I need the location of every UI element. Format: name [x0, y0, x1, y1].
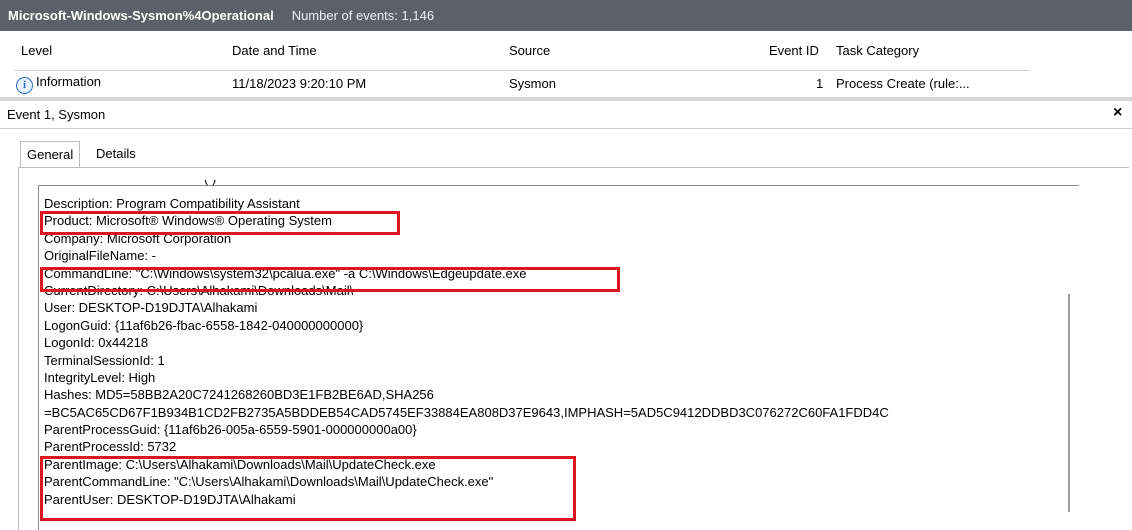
detail-line: =BC5AC65CD67F1B934B1CD2FB2735A5BDDEB54CA… — [44, 404, 889, 420]
highlight-box-parent — [40, 456, 576, 521]
detail-line: TerminalSessionId: 1 — [44, 352, 165, 368]
highlight-box-product — [40, 211, 400, 235]
column-header-date[interactable]: Date and Time — [232, 43, 317, 58]
divider — [0, 128, 1132, 129]
information-icon: i — [16, 77, 33, 94]
clipped-line: ( ) — [44, 180, 404, 190]
log-header-bar: Microsoft-Windows-Sysmon%4Operational Nu… — [0, 0, 1132, 31]
row-source: Sysmon — [509, 76, 556, 91]
column-header-level[interactable]: Level — [21, 43, 52, 58]
detail-line: Hashes: MD5=58BB2A20C7241268260BD3E1FB2B… — [44, 387, 434, 403]
column-header-event-id[interactable]: Event ID — [769, 43, 819, 58]
log-name: Microsoft-Windows-Sysmon%4Operational — [8, 8, 274, 23]
detail-line: LogonGuid: {11af6b26-fbac-6558-1842-0400… — [44, 317, 364, 333]
tab-details[interactable]: Details — [90, 141, 142, 167]
detail-line: User: DESKTOP-D19DJTA\Alhakami — [44, 300, 258, 316]
column-header-task-category[interactable]: Task Category — [836, 43, 919, 58]
scrollbar[interactable] — [1068, 294, 1070, 512]
row-task-category: Process Create (rule:... — [836, 76, 970, 91]
event-count: Number of events: 1,146 — [291, 8, 435, 23]
row-level-text: Information — [36, 74, 102, 89]
events-grid: Level Date and Time Source Event ID Task… — [0, 31, 1132, 97]
close-icon[interactable]: × — [1113, 104, 1122, 122]
column-header-source[interactable]: Source — [509, 43, 550, 58]
detail-line: ParentProcessId: 5732 — [44, 439, 177, 455]
detail-line: OriginalFileName: - — [44, 248, 156, 264]
row-level: i Information — [16, 74, 101, 94]
detail-line: Description: Program Compatibility Assis… — [44, 196, 300, 211]
detail-line: ParentProcessGuid: {11af6b26-005a-6559-5… — [44, 422, 417, 438]
row-event-id: 1 — [816, 76, 824, 91]
row-date: 11/18/2023 9:20:10 PM — [232, 76, 367, 91]
tab-general[interactable]: General — [20, 141, 81, 168]
detail-line: LogonId: 0x44218 — [44, 335, 149, 351]
event-title: Event 1, Sysmon — [7, 107, 106, 122]
detail-line: IntegrityLevel: High — [44, 369, 156, 385]
highlight-box-commandline — [40, 267, 620, 292]
pane-splitter[interactable] — [0, 97, 1132, 101]
